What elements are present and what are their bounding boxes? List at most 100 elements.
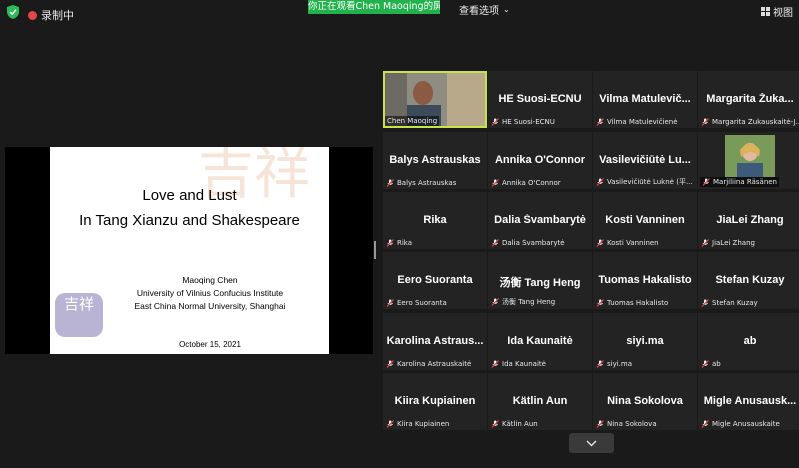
participant-display-name: Tuomas Hakalisto — [598, 274, 692, 286]
participant-name-label: HE Suosi-ECNU — [491, 118, 555, 126]
participant-name-label: Karolina Astrauskaitė — [386, 360, 471, 368]
participant-name-label: Ida Kaunaitė — [491, 360, 546, 368]
participant-name-label: Chen Maoqing — [385, 116, 440, 126]
participant-tile[interactable]: ab ab — [698, 313, 799, 370]
grid-view-icon — [761, 7, 770, 16]
participant-tile[interactable]: Nina Sokolova Nina Sokolova — [593, 373, 697, 430]
participant-name-label: JiaLei Zhang — [701, 239, 755, 247]
participant-display-name: Eero Suoranta — [397, 274, 473, 286]
split-resize-handle[interactable] — [374, 241, 376, 259]
recording-dot-icon — [28, 10, 37, 20]
participant-name-label: Kosti Vanninen — [596, 239, 659, 247]
muted-microphone-icon — [491, 360, 499, 368]
participant-display-name: HE Suosi-ECNU — [498, 93, 582, 105]
participant-display-name: siyi.ma — [626, 335, 664, 347]
participant-tile[interactable]: Kiira Kupiainen Kiira Kupiainen — [383, 373, 487, 430]
participant-name-label: Margarita Žukauskaitė-J... — [701, 118, 799, 126]
participant-tile[interactable]: Kätlin Aun Kätlin Aun — [488, 373, 592, 430]
participant-name-label: Stefan Kuzay — [701, 299, 758, 307]
participant-display-name: Migle Anusausk... — [703, 395, 797, 407]
muted-microphone-icon — [386, 239, 394, 247]
slide-subtitle: In Tang Xianzu and Shakespeare — [79, 212, 300, 229]
participant-display-name: Margarita Žuka... — [706, 93, 794, 105]
view-layout-label: 视图 — [773, 8, 793, 19]
security-shield-icon[interactable] — [7, 5, 19, 19]
participant-name-label: Marjiliina Räsänen — [700, 177, 779, 187]
participant-display-name: Dalia Švambarytė — [494, 214, 586, 226]
participant-display-name: 汤衡 Tang Heng — [499, 277, 581, 289]
next-page-button[interactable] — [569, 433, 614, 453]
muted-microphone-icon — [491, 118, 499, 126]
muted-microphone-icon — [491, 179, 499, 187]
participant-name-label: ab — [701, 360, 721, 368]
muted-microphone-icon — [701, 299, 709, 307]
chevron-down-icon — [586, 440, 597, 447]
participant-tile[interactable]: Eero Suoranta Eero Suoranta — [383, 252, 487, 309]
participant-display-name: Karolina Astraus... — [386, 335, 484, 347]
participant-display-name: Rika — [423, 214, 447, 226]
muted-microphone-icon — [386, 179, 394, 187]
institute-logo: 吉祥 — [55, 293, 103, 337]
participant-display-name: JiaLei Zhang — [716, 214, 784, 226]
participant-display-name: Kiira Kupiainen — [394, 395, 476, 407]
shared-screen: 吉祥 Love and Lust In Tang Xianzu and Shak… — [5, 147, 373, 354]
muted-microphone-icon — [386, 360, 394, 368]
participant-name-label: Balys Astrauskas — [386, 179, 456, 187]
participant-video — [725, 135, 775, 177]
muted-microphone-icon — [386, 299, 394, 307]
muted-microphone-icon — [491, 239, 499, 247]
view-layout-button[interactable]: 视图 — [761, 4, 793, 19]
participant-display-name: Annika O'Connor — [494, 154, 585, 166]
chevron-down-icon: ⌄ — [503, 5, 510, 14]
participant-tile[interactable]: Balys Astrauskas Balys Astrauskas — [383, 132, 487, 189]
slide-title: Love and Lust — [142, 187, 237, 204]
muted-microphone-icon — [491, 420, 499, 428]
participant-tile[interactable]: siyi.ma siyi.ma — [593, 313, 697, 370]
muted-microphone-icon — [596, 299, 604, 307]
muted-microphone-icon — [702, 178, 710, 186]
participant-tile[interactable]: Karolina Astraus... Karolina Astrauskaitė — [383, 313, 487, 370]
participant-tile[interactable]: Tuomas Hakalisto Tuomas Hakalisto — [593, 252, 697, 309]
participant-tile[interactable]: Vilma Matulevič... Vilma Matulevičienė — [593, 71, 697, 128]
slide-affiliation-2: East China Normal University, Shanghai — [134, 301, 286, 311]
participant-display-name: Balys Astrauskas — [389, 154, 481, 166]
recording-indicator[interactable]: 录制中 — [28, 7, 74, 23]
screen-share-banner: 你正在观看Chen Maoqing的屏幕 — [308, 0, 440, 14]
participant-tile[interactable]: Marjiliina Räsänen — [698, 132, 799, 189]
participant-tile[interactable]: 汤衡 Tang Heng 汤衡 Tang Heng — [488, 252, 592, 309]
muted-microphone-icon — [596, 239, 604, 247]
participant-name-label: siyi.ma — [596, 360, 632, 368]
participant-name-label: Vilma Matulevičienė — [596, 118, 678, 126]
participant-name-label: Kätlin Aun — [491, 420, 538, 428]
participant-name-label: Vasilevičiūtė Luknė (平... — [596, 177, 693, 187]
participant-tile[interactable]: JiaLei Zhang JiaLei Zhang — [698, 192, 799, 249]
participant-tile[interactable]: Dalia Švambarytė Dalia Švambarytė — [488, 192, 592, 249]
participant-tile[interactable]: Margarita Žuka... Margarita Žukauskaitė-J… — [698, 71, 799, 128]
muted-microphone-icon — [701, 239, 709, 247]
participant-tile[interactable]: Ida Kaunaitė Ida Kaunaitė — [488, 313, 592, 370]
participant-name-label: Annika O'Connor — [491, 179, 561, 187]
muted-microphone-icon — [701, 118, 709, 126]
muted-microphone-icon — [491, 298, 499, 306]
participant-tile[interactable]: HE Suosi-ECNU HE Suosi-ECNU — [488, 71, 592, 128]
view-options-button[interactable]: 查看选项 ⌄ — [459, 2, 510, 17]
participant-tile[interactable]: Stefan Kuzay Stefan Kuzay — [698, 252, 799, 309]
participant-display-name: Ida Kaunaitė — [507, 335, 573, 347]
participant-name-label: Dalia Švambarytė — [491, 239, 565, 247]
participant-name-label: Tuomas Hakalisto — [596, 299, 668, 307]
participant-tile[interactable]: Annika O'Connor Annika O'Connor — [488, 132, 592, 189]
participant-name-label: Kiira Kupiainen — [386, 420, 449, 428]
muted-microphone-icon — [596, 420, 604, 428]
participant-tile[interactable]: Vasilevičiūtė Lu... Vasilevičiūtė Luknė (… — [593, 132, 697, 189]
muted-microphone-icon — [596, 178, 604, 186]
muted-microphone-icon — [596, 118, 604, 126]
slide-date: October 15, 2021 — [179, 340, 241, 349]
participant-tile[interactable]: Rika Rika — [383, 192, 487, 249]
participant-tile[interactable]: Kosti Vanninen Kosti Vanninen — [593, 192, 697, 249]
participant-name-label: Migle Anusauskaite — [701, 420, 780, 428]
participant-display-name: Stefan Kuzay — [715, 274, 785, 286]
participant-tile[interactable]: Chen Maoqing — [383, 71, 487, 128]
participant-tile[interactable]: Migle Anusausk... Migle Anusauskaite — [698, 373, 799, 430]
presentation-slide: 吉祥 Love and Lust In Tang Xianzu and Shak… — [50, 147, 329, 354]
muted-microphone-icon — [386, 420, 394, 428]
